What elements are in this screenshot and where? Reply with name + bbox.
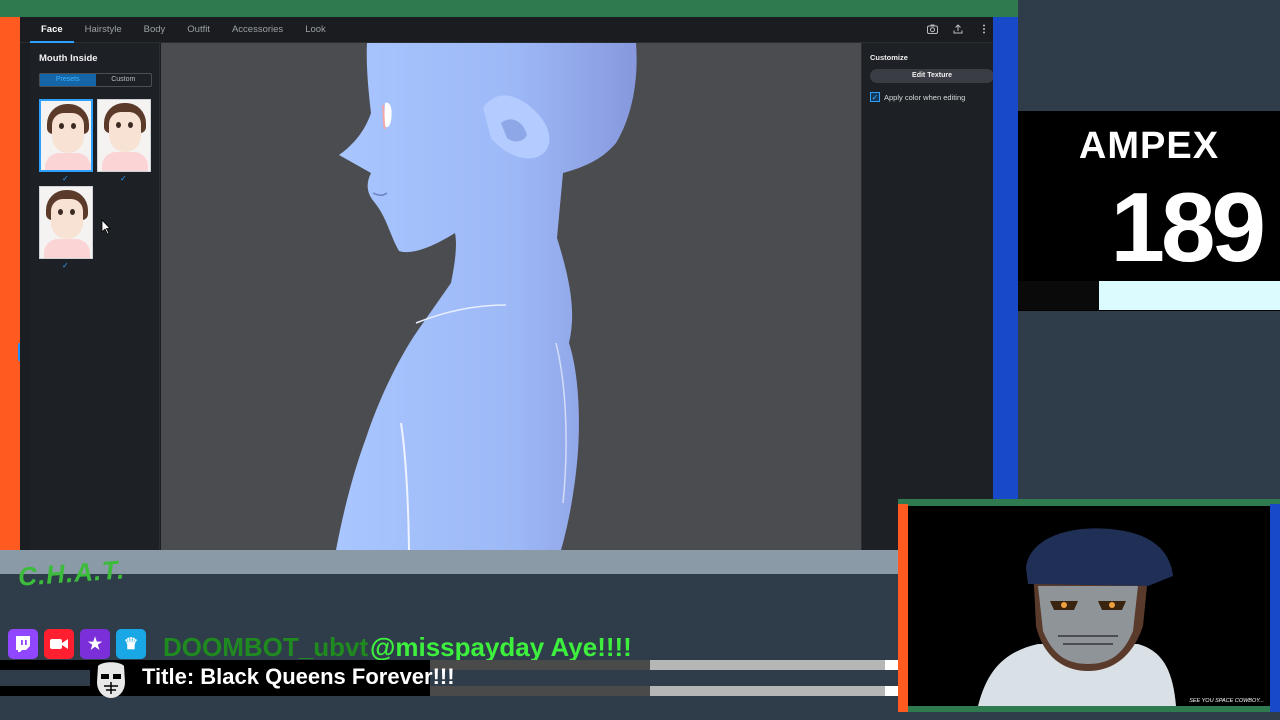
presets-tab[interactable]: Presets <box>40 74 96 86</box>
edit-texture-button[interactable]: Edit Texture <box>870 69 993 83</box>
eye-shape <box>70 209 75 215</box>
stream-title: Title: Black Queens Forever!!! <box>142 664 455 689</box>
avatar-editor-window: Face Hairstyle Body Outfit Accessories L… <box>20 17 993 550</box>
shirt-shape <box>102 152 148 171</box>
camera-icon[interactable] <box>925 24 939 37</box>
apply-color-label: Apply color when editing <box>884 92 966 102</box>
checkbox-checked-icon[interactable]: ✓ <box>870 92 880 102</box>
upload-icon[interactable] <box>951 23 965 37</box>
tab-body[interactable]: Body <box>133 17 177 43</box>
chat-divider-strip <box>0 550 898 574</box>
brand-text: AMPEX <box>1078 125 1220 167</box>
tab-hairstyle[interactable]: Hairstyle <box>74 17 133 43</box>
mouth-inside-panel: Mouth Inside Presets Custom ✓ ✓ ✓ <box>30 43 160 550</box>
counter-number: 189 <box>1110 172 1266 282</box>
tab-face[interactable]: Face <box>30 17 74 43</box>
shirt-shape <box>44 239 90 258</box>
shirt-shape <box>45 153 91 170</box>
face-shape <box>109 112 141 152</box>
twitch-icon <box>8 629 38 659</box>
right-blue-bar <box>993 17 1018 500</box>
top-green-strip <box>0 0 1018 17</box>
tab-look[interactable]: Look <box>294 17 337 43</box>
webcam-orange-edge <box>898 504 908 712</box>
preset-thumbnail-2[interactable] <box>97 99 151 172</box>
eye-shape <box>58 209 63 215</box>
eye-shape <box>71 123 76 129</box>
counter-panel: AMPEX 189 <box>1018 111 1280 311</box>
vtuber-avatar <box>978 528 1176 706</box>
mask-icon <box>92 660 130 700</box>
presets-custom-toggle: Presets Custom <box>39 73 152 87</box>
social-icons-row: ★ ♛ <box>8 628 146 660</box>
check-icon: ✓ <box>120 174 127 183</box>
cam-caption: SEE YOU SPACE COWBOY... <box>1189 698 1264 704</box>
tab-outfit[interactable]: Outfit <box>176 17 221 43</box>
customize-title: Customize <box>870 53 908 62</box>
chat-logo: C.H.A.T. <box>17 554 127 592</box>
eye-shape <box>128 122 133 128</box>
tab-accessories[interactable]: Accessories <box>221 17 294 43</box>
eye-shape <box>59 123 64 129</box>
webcam-blue-edge <box>1270 504 1280 712</box>
3d-viewport[interactable] <box>161 43 861 550</box>
apply-color-checkbox-row[interactable]: ✓ Apply color when editing <box>870 92 965 102</box>
avatar-model <box>336 43 637 550</box>
webcam-view: SEE YOU SPACE COWBOY... <box>908 506 1270 706</box>
tab-list: Face Hairstyle Body Outfit Accessories L… <box>30 17 337 43</box>
preset-thumbnail-1[interactable] <box>39 99 93 172</box>
more-vertical-icon[interactable] <box>977 24 991 37</box>
toolbar-icons <box>925 17 993 43</box>
crown-icon: ♛ <box>116 629 146 659</box>
star-icon: ★ <box>80 629 110 659</box>
chat-message: @misspayday Aye!!!! <box>370 632 632 662</box>
chat-username: DOOMBOT_ubvt <box>163 632 369 662</box>
customize-panel: Customize Edit Texture ✓ Apply color whe… <box>861 43 993 550</box>
left-orange-bar <box>0 17 26 550</box>
custom-tab[interactable]: Custom <box>96 74 152 86</box>
mouse-cursor-icon <box>101 218 111 238</box>
face-shape <box>52 113 84 153</box>
face-shape <box>51 199 83 239</box>
camera-record-icon <box>44 629 74 659</box>
preset-thumbnail-3[interactable] <box>39 186 93 259</box>
panel-title: Mouth Inside <box>39 53 98 64</box>
top-tab-bar: Face Hairstyle Body Outfit Accessories L… <box>20 17 993 43</box>
check-icon: ✓ <box>62 261 69 270</box>
eye-shape <box>116 122 121 128</box>
check-icon: ✓ <box>62 174 69 183</box>
meter-fill <box>1099 281 1280 310</box>
